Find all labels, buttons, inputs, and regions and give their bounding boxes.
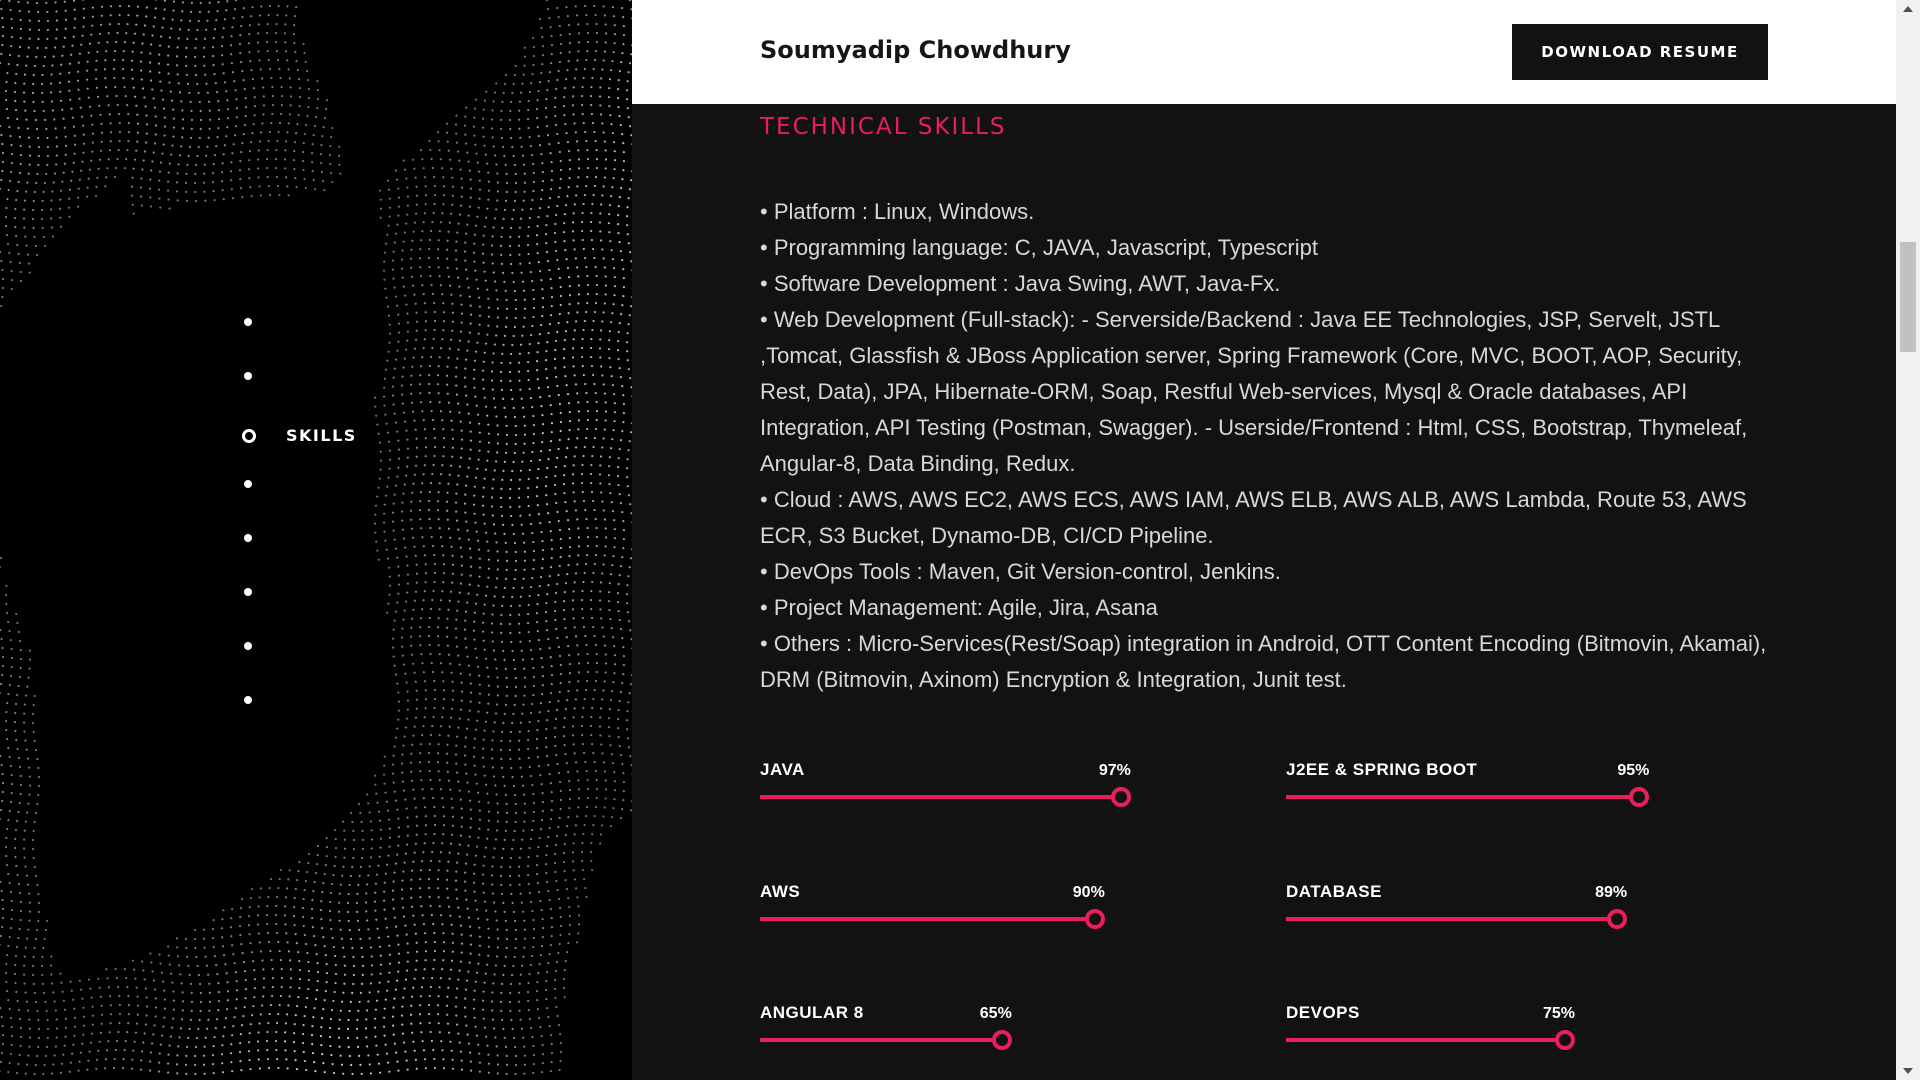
nav-item-4[interactable] [244, 480, 252, 488]
download-resume-button[interactable]: DOWNLOAD RESUME [1512, 24, 1768, 80]
skill-bar-fill [1286, 1038, 1565, 1042]
skill-bar-knob-icon [1629, 787, 1650, 807]
skill-bar-name: DEVOPS [1286, 1003, 1360, 1022]
skill-line: • Project Management: Agile, Jira, Asana [760, 595, 1158, 620]
particle-wave-background [0, 0, 632, 1076]
skill-bar-fill [760, 1038, 1002, 1042]
scroll-thumb[interactable] [1900, 242, 1916, 352]
skill-line: • Others : Micro-Services(Rest/Soap) int… [760, 631, 1767, 692]
skill-bar-knob-icon [1084, 909, 1105, 929]
nav-item-skills[interactable]: SKILLS [242, 426, 357, 445]
skill-bar-fill [1286, 917, 1618, 921]
nav-dot-icon[interactable] [244, 696, 252, 704]
skill-line: • DevOps Tools : Maven, Git Version-cont… [760, 559, 1281, 584]
nav-dot-icon[interactable] [244, 642, 252, 650]
page-scrollbar[interactable] [1896, 0, 1920, 1080]
arrow-down-icon[interactable] [1903, 1068, 1913, 1074]
nav-label-skills[interactable]: SKILLS [286, 426, 357, 445]
skill-bar-java: JAVA 97% [760, 760, 1132, 807]
nav-item-5[interactable] [244, 534, 252, 542]
skill-bar-percent: 89% [1595, 884, 1628, 901]
skill-bar-knob-icon [991, 1030, 1012, 1050]
nav-dot-active-icon[interactable] [242, 428, 256, 443]
skill-line: • Cloud : AWS, AWS EC2, AWS ECS, AWS IAM… [760, 487, 1747, 548]
skill-bar-knob-icon [1110, 787, 1131, 807]
skill-bar-percent: 97% [1098, 762, 1131, 779]
nav-dot-icon[interactable] [244, 534, 252, 542]
nav-item-7[interactable] [244, 642, 252, 650]
nav-dot-icon[interactable] [244, 480, 252, 488]
skill-bar-database: DATABASE 89% [1286, 882, 1658, 929]
skill-bar-aws: AWS 90% [760, 882, 1132, 929]
skill-bar-name: J2EE & SPRING BOOT [1286, 760, 1478, 779]
skill-bar-knob-icon [1555, 1030, 1575, 1050]
skill-bar-name: DATABASE [1286, 882, 1382, 901]
skill-line: • Programming language: C, JAVA, Javascr… [760, 235, 1318, 260]
skill-bar-percent: 75% [1542, 1005, 1576, 1022]
skill-bar-knob-icon [1607, 909, 1628, 929]
left-decorative-pane: SKILLS [0, 0, 632, 1080]
site-brand[interactable]: Soumyadip Chowdhury [760, 36, 1071, 64]
nav-item-1[interactable] [244, 318, 252, 326]
skills-list: • Platform : Linux, Windows. • Programmi… [760, 194, 1770, 698]
skill-line: • Software Development : Java Swing, AWT… [760, 271, 1281, 296]
skill-bar-j2ee: J2EE & SPRING BOOT 95% [1286, 760, 1658, 807]
skill-bar-percent: 65% [979, 1005, 1012, 1022]
skill-bar-percent: 90% [1072, 884, 1105, 901]
section-title: TECHNICAL SKILLS [760, 114, 1007, 140]
skill-bar-name: AWS [760, 882, 801, 901]
nav-dot-icon[interactable] [244, 588, 252, 596]
skill-bar-devops: DEVOPS 75% [1286, 1003, 1658, 1050]
skill-bar-fill [1286, 795, 1640, 799]
nav-dot-icon[interactable] [244, 372, 252, 380]
top-header: Soumyadip Chowdhury DOWNLOAD RESUME [632, 0, 1896, 104]
skill-bar-percent: 95% [1617, 762, 1650, 779]
skill-bar-fill [760, 795, 1121, 799]
skill-line: • Platform : Linux, Windows. [760, 199, 1035, 224]
arrow-up-icon[interactable] [1903, 6, 1913, 12]
nav-item-8[interactable] [244, 696, 252, 704]
skill-bar-name: JAVA [760, 760, 805, 779]
skill-line: • Web Development (Full-stack): - Server… [760, 307, 1748, 476]
skill-bar-fill [760, 917, 1095, 921]
nav-dot-icon[interactable] [244, 318, 252, 326]
nav-item-6[interactable] [244, 588, 252, 596]
skill-bar-name: ANGULAR 8 [760, 1003, 864, 1022]
nav-item-2[interactable] [244, 372, 252, 380]
skill-bar-angular: ANGULAR 8 65% [760, 1003, 1132, 1050]
